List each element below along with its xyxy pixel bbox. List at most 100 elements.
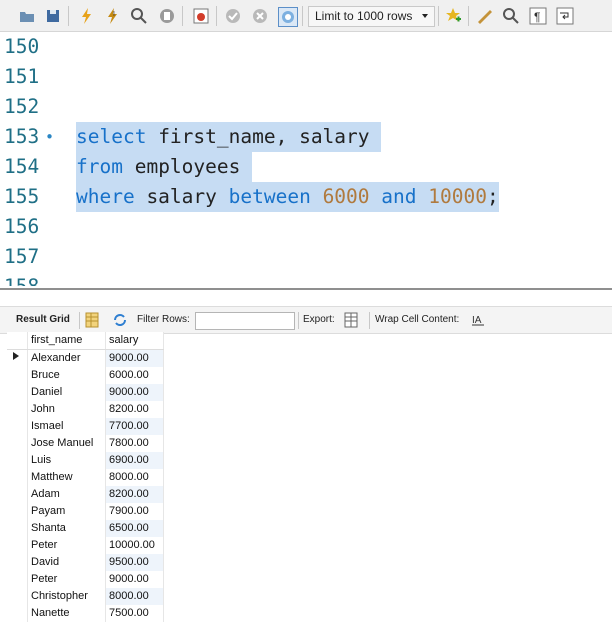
- row-indicator[interactable]: [7, 554, 28, 571]
- table-row[interactable]: Luis 6900.00: [7, 452, 164, 469]
- cell-salary[interactable]: 6900.00: [105, 452, 164, 469]
- export-icon[interactable]: [343, 311, 361, 329]
- row-indicator[interactable]: [7, 503, 28, 520]
- wrap-cell-toggle-icon[interactable]: IA: [472, 313, 484, 326]
- row-indicator[interactable]: [7, 486, 28, 503]
- beautify-icon[interactable]: [476, 7, 494, 25]
- cell-first-name[interactable]: Jose Manuel: [27, 435, 106, 452]
- cell-salary[interactable]: 8000.00: [105, 588, 164, 605]
- cell-salary[interactable]: 9000.00: [105, 384, 164, 401]
- cell-salary[interactable]: 8200.00: [105, 401, 164, 418]
- table-row[interactable]: Alexander 9000.00: [7, 349, 164, 367]
- explain-icon[interactable]: [130, 7, 148, 25]
- row-indicator[interactable]: [7, 401, 28, 418]
- stop-icon[interactable]: [158, 7, 176, 25]
- cell-salary[interactable]: 7500.00: [105, 605, 164, 622]
- cell-salary[interactable]: 9500.00: [105, 554, 164, 571]
- row-indicator[interactable]: [7, 452, 28, 469]
- editor-line[interactable]: 151: [0, 62, 612, 92]
- editor-line[interactable]: 150: [0, 32, 612, 62]
- open-folder-icon[interactable]: [18, 7, 36, 25]
- wrap-icon[interactable]: [556, 7, 574, 25]
- toggle-error-icon[interactable]: [192, 7, 210, 25]
- row-indicator[interactable]: [7, 520, 28, 537]
- cell-salary[interactable]: 8200.00: [105, 486, 164, 503]
- execute-current-icon[interactable]: I: [104, 7, 122, 25]
- rollback-icon[interactable]: [251, 7, 269, 25]
- table-row[interactable]: David 9500.00: [7, 554, 164, 571]
- commit-icon[interactable]: [224, 7, 242, 25]
- cell-salary[interactable]: 6000.00: [105, 367, 164, 384]
- table-row[interactable]: Peter 9000.00: [7, 571, 164, 588]
- cell-first-name[interactable]: Christopher: [27, 588, 106, 605]
- column-header-salary[interactable]: salary: [105, 332, 164, 350]
- cell-first-name[interactable]: Ismael: [27, 418, 106, 435]
- table-row[interactable]: Adam 8200.00: [7, 486, 164, 503]
- row-indicator[interactable]: [7, 571, 28, 588]
- refresh-icon[interactable]: [112, 312, 128, 328]
- code-text: from employees: [76, 152, 253, 182]
- column-header-first-name[interactable]: first_name: [27, 332, 106, 350]
- table-row[interactable]: Jose Manuel 7800.00: [7, 435, 164, 452]
- cell-first-name[interactable]: David: [27, 554, 106, 571]
- limit-rows-select[interactable]: Limit to 1000 rows: [308, 6, 435, 27]
- table-row[interactable]: Daniel 9000.00: [7, 384, 164, 401]
- table-row[interactable]: Ismael 7700.00: [7, 418, 164, 435]
- row-indicator[interactable]: [7, 384, 28, 401]
- cell-salary[interactable]: 7800.00: [105, 435, 164, 452]
- table-row[interactable]: Shanta 6500.00: [7, 520, 164, 537]
- cell-first-name[interactable]: Matthew: [27, 469, 106, 486]
- add-snippet-icon[interactable]: [444, 7, 462, 25]
- row-indicator[interactable]: [7, 435, 28, 452]
- editor-line[interactable]: 153 • select first_name, salary: [0, 122, 612, 152]
- table-row[interactable]: John 8200.00: [7, 401, 164, 418]
- row-indicator[interactable]: [7, 588, 28, 605]
- table-row[interactable]: Bruce 6000.00: [7, 367, 164, 384]
- cell-first-name[interactable]: Adam: [27, 486, 106, 503]
- cell-salary[interactable]: 7700.00: [105, 418, 164, 435]
- table-row[interactable]: Peter 10000.00: [7, 537, 164, 554]
- invisible-chars-icon[interactable]: ¶: [529, 7, 547, 25]
- cell-first-name[interactable]: Nanette: [27, 605, 106, 622]
- editor-line[interactable]: 155 where salary between 6000 and 10000;: [0, 182, 612, 212]
- autocommit-icon[interactable]: [278, 7, 298, 27]
- table-row[interactable]: Matthew 8000.00: [7, 469, 164, 486]
- row-selector-arrow-icon[interactable]: [7, 349, 28, 367]
- editor-line[interactable]: 157: [0, 242, 612, 272]
- editor-line[interactable]: 154 from employees: [0, 152, 612, 182]
- cell-first-name[interactable]: Bruce: [27, 367, 106, 384]
- filter-rows-input[interactable]: [195, 312, 295, 330]
- sql-editor[interactable]: 150 151 152 153 • select first_name, salary 1…: [0, 32, 612, 286]
- cell-salary[interactable]: 9000.00: [105, 349, 164, 367]
- table-row[interactable]: Nanette 7500.00: [7, 605, 164, 622]
- editor-line[interactable]: 156: [0, 212, 612, 242]
- grid-view-icon[interactable]: [85, 312, 99, 328]
- cell-first-name[interactable]: Luis: [27, 452, 106, 469]
- cell-salary[interactable]: 8000.00: [105, 469, 164, 486]
- execute-icon[interactable]: [78, 7, 96, 25]
- cell-first-name[interactable]: John: [27, 401, 106, 418]
- cell-first-name[interactable]: Payam: [27, 503, 106, 520]
- table-row[interactable]: Christopher 8000.00: [7, 588, 164, 605]
- editor-line[interactable]: 158: [0, 272, 612, 286]
- save-icon[interactable]: [44, 7, 62, 25]
- row-indicator[interactable]: [7, 537, 28, 554]
- row-indicator[interactable]: [7, 367, 28, 384]
- cell-first-name[interactable]: Peter: [27, 571, 106, 588]
- cell-salary[interactable]: 6500.00: [105, 520, 164, 537]
- row-indicator[interactable]: [7, 605, 28, 622]
- table-row[interactable]: Payam 7900.00: [7, 503, 164, 520]
- cell-salary[interactable]: 9000.00: [105, 571, 164, 588]
- editor-line[interactable]: 152: [0, 92, 612, 122]
- row-indicator[interactable]: [7, 418, 28, 435]
- cell-first-name[interactable]: Peter: [27, 537, 106, 554]
- panel-splitter[interactable]: [0, 288, 612, 299]
- cell-first-name[interactable]: Alexander: [27, 349, 106, 367]
- row-indicator[interactable]: [7, 469, 28, 486]
- result-grid-tab[interactable]: Result Grid: [16, 314, 70, 325]
- cell-salary[interactable]: 7900.00: [105, 503, 164, 520]
- find-icon[interactable]: [502, 7, 520, 25]
- cell-first-name[interactable]: Shanta: [27, 520, 106, 537]
- cell-salary[interactable]: 10000.00: [105, 537, 164, 554]
- cell-first-name[interactable]: Daniel: [27, 384, 106, 401]
